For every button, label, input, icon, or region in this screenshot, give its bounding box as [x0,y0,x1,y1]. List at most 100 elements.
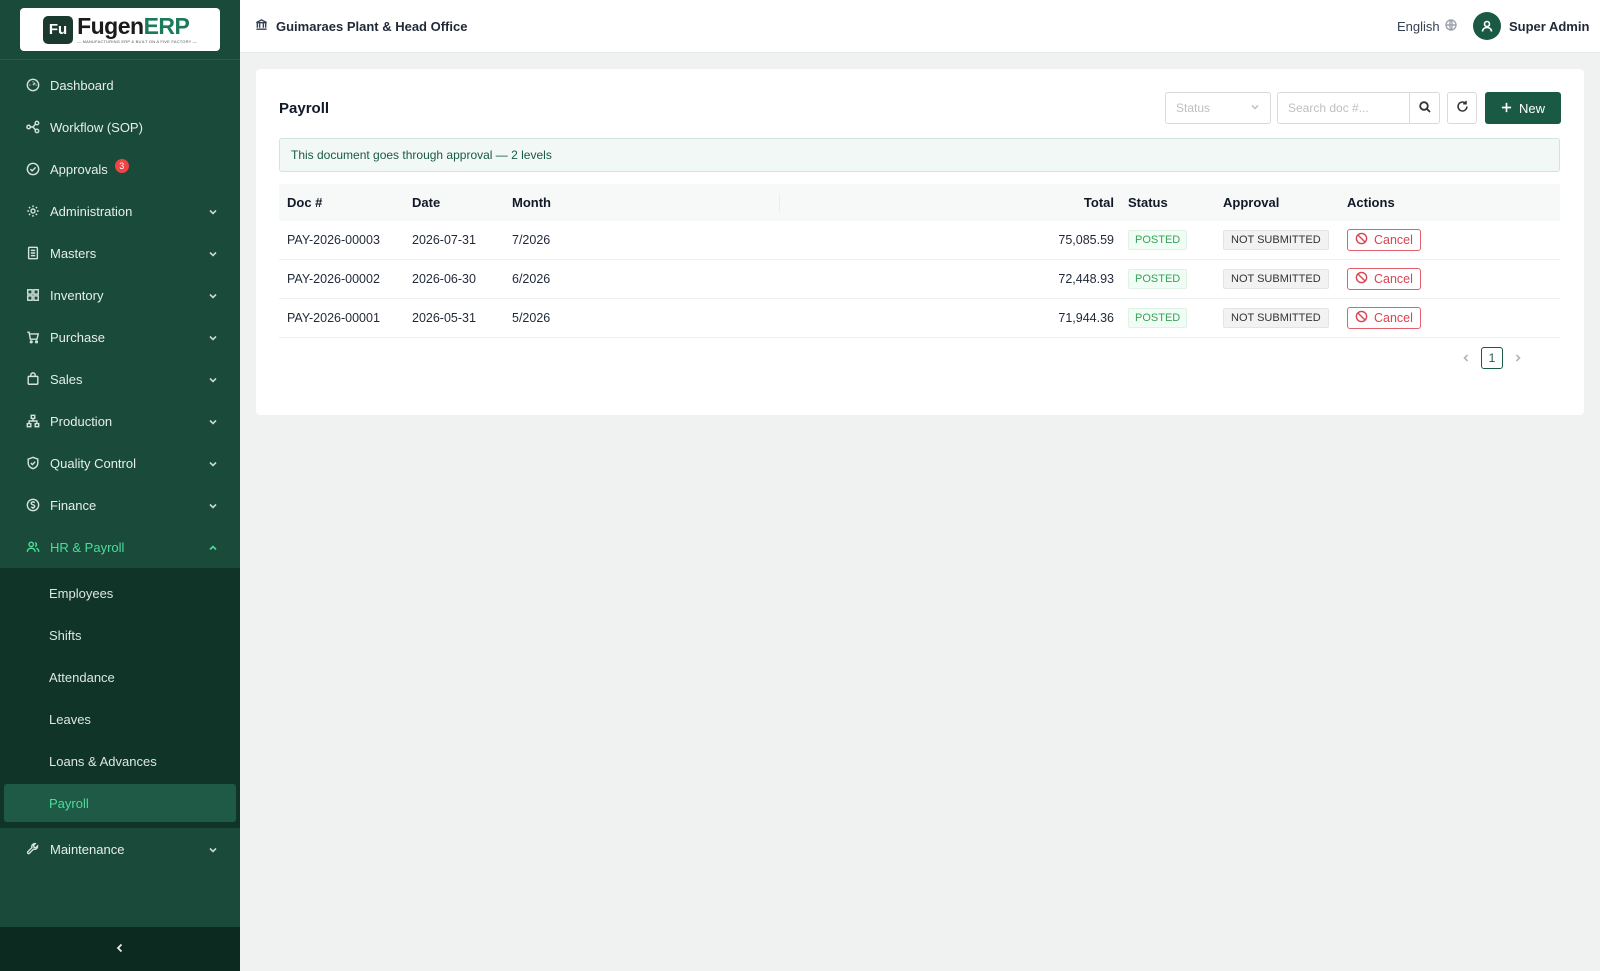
pagination-prev-button[interactable] [1461,351,1471,366]
pagination: 1 [1461,347,1523,369]
top-header: Guimaraes Plant & Head Office English Su… [240,0,1600,53]
cart-icon [26,330,40,344]
sidebar-item-sales[interactable]: Sales [0,358,240,400]
approval-badge: NOT SUBMITTED [1223,308,1329,328]
column-header-date[interactable]: Date [412,195,512,210]
column-header-doc[interactable]: Doc # [279,195,412,210]
logo[interactable]: Fu FugenERP — MANUFACTURING ERP & BUILT … [20,8,220,51]
chevron-left-icon [114,942,126,957]
table-header: Doc # Date Month Total Status Approval A… [279,184,1560,221]
dollar-icon [26,498,40,512]
pagination-page-button[interactable]: 1 [1481,347,1503,369]
language-selector[interactable]: English [1397,19,1457,34]
chevron-down-icon [1250,101,1260,115]
chevron-right-icon [1513,351,1523,366]
org-selector[interactable]: Guimaraes Plant & Head Office [255,18,467,34]
sidebar-item-label: Administration [50,203,133,219]
sidebar-item-administration[interactable]: Administration [0,190,240,232]
sidebar-item-label: HR & Payroll [50,539,125,555]
cancel-button-label: Cancel [1374,311,1413,325]
gear-icon [26,204,40,218]
search-button[interactable] [1409,93,1439,123]
sidebar-item-label: Purchase [50,329,105,345]
grid-icon [26,288,40,302]
brand-accent: ERP [143,13,190,39]
avatar [1473,12,1501,40]
sidebar-item-finance[interactable]: Finance [0,484,240,526]
chevron-up-icon [208,541,218,551]
status-badge: POSTED [1128,230,1188,250]
sidebar: Fu FugenERP — MANUFACTURING ERP & BUILT … [0,0,240,971]
dashboard-icon [26,78,40,92]
column-header-total[interactable]: Total [780,195,1128,210]
sidebar-subitem-loans-advances[interactable]: Loans & Advances [0,740,240,782]
chevron-left-icon [1461,351,1471,366]
sidebar-subitem-employees[interactable]: Employees [0,572,240,614]
search-icon [1418,100,1431,116]
chevron-down-icon [208,499,218,509]
search-input[interactable] [1278,93,1409,123]
sidebar-item-inventory[interactable]: Inventory [0,274,240,316]
sidebar-item-workflow[interactable]: Workflow (SOP) [0,106,240,148]
sidebar-subitem-leaves[interactable]: Leaves [0,698,240,740]
sidebar-item-approvals[interactable]: Approvals 3 [0,148,240,190]
workflow-icon [26,120,40,134]
user-menu[interactable]: Super Admin [1473,12,1589,40]
approval-badge: NOT SUBMITTED [1223,230,1329,250]
cancel-button[interactable]: Cancel [1347,307,1421,329]
sidebar-item-label: Inventory [50,287,104,303]
doc-number: PAY-2026-00001 [287,311,380,325]
table-row[interactable]: PAY-2026-00003 2026-07-31 7/2026 75,085.… [279,221,1560,260]
sidebar-item-purchase[interactable]: Purchase [0,316,240,358]
approval-notice: This document goes through approval — 2 … [279,138,1560,172]
divider [0,59,240,60]
sidebar-subitem-payroll[interactable]: Payroll [4,784,236,822]
search-box [1277,92,1440,124]
table-row[interactable]: PAY-2026-00001 2026-05-31 5/2026 71,944.… [279,299,1560,338]
chevron-down-icon [208,415,218,425]
chevron-down-icon [208,457,218,467]
sidebar-item-label: Approvals [50,161,108,177]
refresh-button[interactable] [1447,92,1477,124]
sidebar-item-dashboard[interactable]: Dashboard [0,64,240,106]
doc-total: 75,085.59 [1058,233,1114,247]
chevron-down-icon [208,843,218,853]
collapse-sidebar-button[interactable] [0,927,240,971]
table-row[interactable]: PAY-2026-00002 2026-06-30 6/2026 72,448.… [279,260,1560,299]
chevron-down-icon [208,373,218,383]
sidebar-item-label: Production [50,413,113,429]
doc-date: 2026-05-31 [412,311,476,325]
plus-icon [1501,101,1512,116]
sidebar-subitem-shifts[interactable]: Shifts [0,614,240,656]
users-icon [26,540,40,554]
globe-icon [1444,19,1457,34]
sidebar-item-hr-payroll[interactable]: HR & Payroll [0,526,240,568]
sidebar-subitem-attendance[interactable]: Attendance [0,656,240,698]
doc-month: 7/2026 [512,233,551,247]
sidebar-item-label: Quality Control [50,455,136,471]
sidebar-nav: Dashboard Workflow (SOP) Approvals 3 Adm… [0,64,240,870]
payroll-table: Doc # Date Month Total Status Approval A… [279,184,1560,338]
cancel-button[interactable]: Cancel [1347,268,1421,290]
pagination-next-button[interactable] [1513,351,1523,366]
ban-icon [1355,271,1368,287]
wrench-icon [26,842,40,856]
column-header-approval[interactable]: Approval [1223,195,1347,210]
sidebar-item-masters[interactable]: Masters [0,232,240,274]
cancel-button[interactable]: Cancel [1347,229,1421,251]
column-header-status[interactable]: Status [1128,195,1223,210]
sidebar-item-production[interactable]: Production [0,400,240,442]
new-button-label: New [1518,100,1545,116]
doc-number: PAY-2026-00003 [287,233,380,247]
sidebar-item-quality-control[interactable]: Quality Control [0,442,240,484]
status-filter-select[interactable]: Status [1165,92,1271,124]
doc-date: 2026-07-31 [412,233,476,247]
column-header-month[interactable]: Month [512,193,780,212]
status-filter-placeholder: Status [1176,101,1211,115]
check-circle-icon [26,162,40,176]
new-button[interactable]: New [1485,92,1561,124]
logo-mark-icon: Fu [43,15,74,44]
sidebar-item-maintenance[interactable]: Maintenance [0,828,240,870]
brand-tagline: — MANUFACTURING ERP & BUILT ON A FIVE FA… [77,39,197,44]
ban-icon [1355,232,1368,248]
